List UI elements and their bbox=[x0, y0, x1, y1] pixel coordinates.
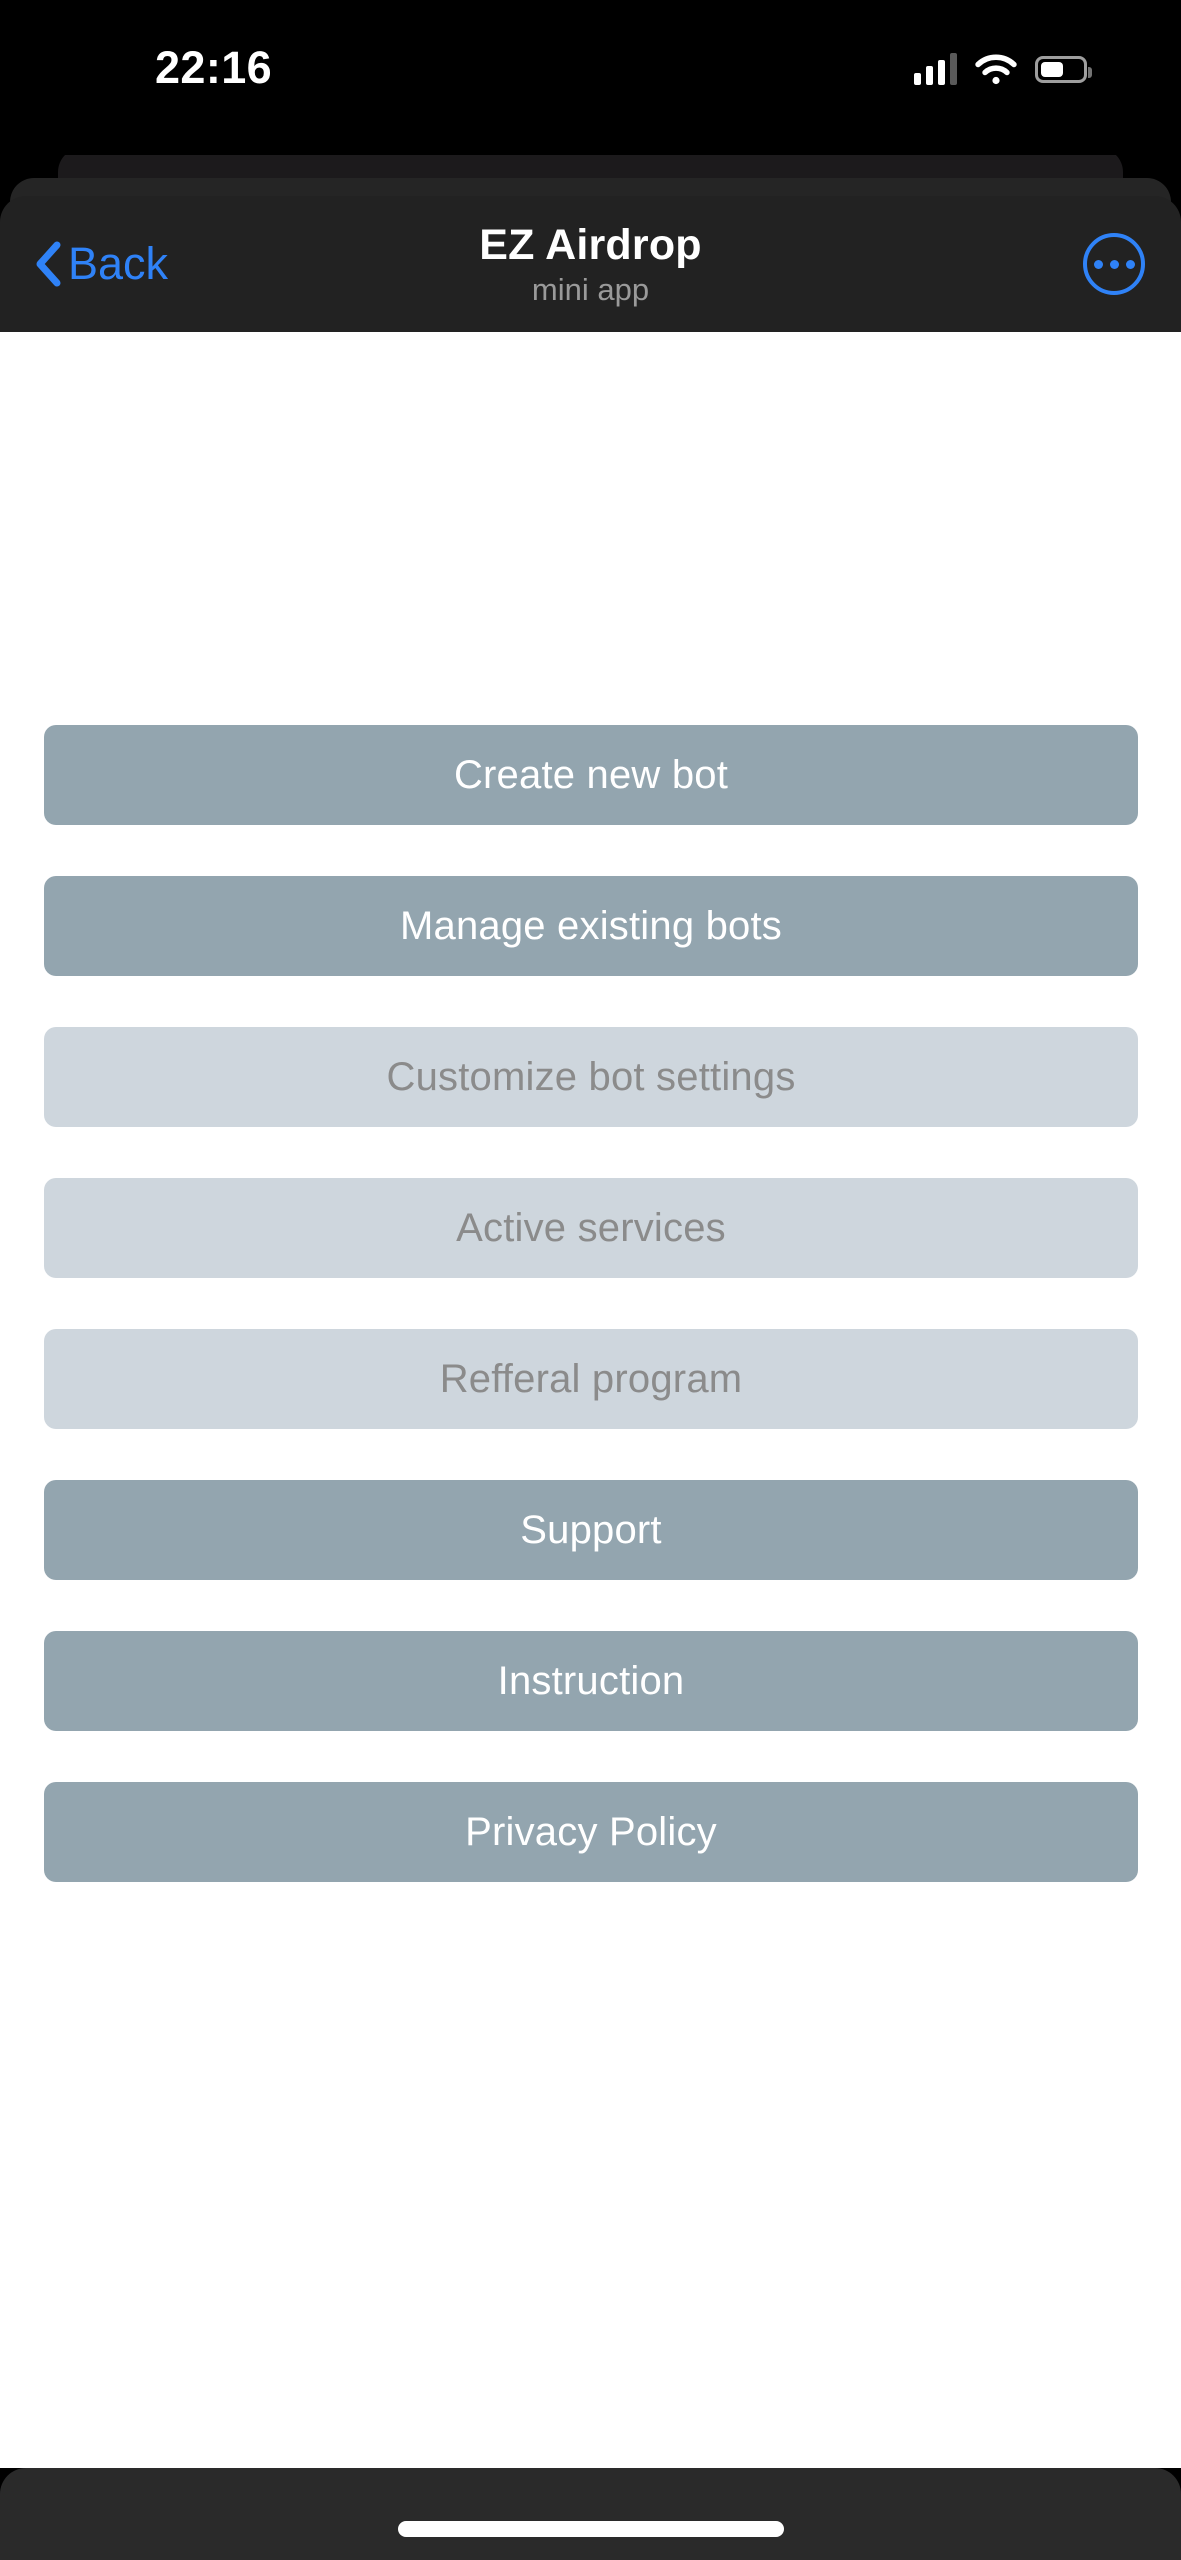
create-new-bot-button[interactable]: Create new bot bbox=[44, 725, 1138, 825]
nav-header: Back EZ Airdrop mini app bbox=[0, 196, 1181, 332]
status-indicators bbox=[914, 48, 1092, 90]
menu-item-label: Manage existing bots bbox=[399, 904, 782, 948]
chevron-left-icon bbox=[36, 241, 61, 287]
menu-item-label: Create new bot bbox=[453, 753, 729, 797]
menu-button-list: Create new bot Manage existing bots Cust… bbox=[44, 725, 1138, 1882]
bottom-bar bbox=[0, 2468, 1181, 2560]
battery-icon bbox=[1035, 55, 1092, 83]
back-button-label: Back bbox=[68, 238, 169, 289]
menu-item-label: Active services bbox=[456, 1206, 726, 1250]
support-button[interactable]: Support bbox=[44, 1480, 1138, 1580]
more-options-button[interactable] bbox=[1083, 233, 1145, 295]
more-dot bbox=[1093, 259, 1103, 269]
more-dot bbox=[1109, 259, 1119, 269]
manage-existing-bots-button[interactable]: Manage existing bots bbox=[44, 876, 1138, 976]
battery-fill bbox=[1041, 61, 1063, 77]
more-dot bbox=[1125, 259, 1135, 269]
status-bar: 22:16 bbox=[0, 0, 1181, 155]
page-subtitle: mini app bbox=[531, 272, 650, 307]
wifi-icon bbox=[975, 54, 1017, 85]
page-title: EZ Airdrop bbox=[479, 221, 702, 269]
menu-item-label: Customize bot settings bbox=[386, 1055, 796, 1099]
privacy-policy-button[interactable]: Privacy Policy bbox=[44, 1782, 1138, 1882]
active-services-button: Active services bbox=[44, 1178, 1138, 1278]
menu-item-label: Refferal program bbox=[439, 1357, 743, 1401]
menu-item-label: Support bbox=[520, 1508, 662, 1552]
webview-content: Create new bot Manage existing bots Cust… bbox=[0, 332, 1181, 2468]
instruction-button[interactable]: Instruction bbox=[44, 1631, 1138, 1731]
phone-screen: Create new bot Manage existing bots Cust… bbox=[0, 0, 1181, 2560]
battery-cap bbox=[1088, 66, 1092, 78]
menu-item-label: Instruction bbox=[497, 1659, 685, 1703]
menu-item-label: Privacy Policy bbox=[465, 1810, 717, 1854]
customize-bot-settings-button: Customize bot settings bbox=[44, 1027, 1138, 1127]
back-button[interactable]: Back bbox=[22, 196, 180, 332]
refferal-program-button: Refferal program bbox=[44, 1329, 1138, 1429]
status-time: 22:16 bbox=[155, 42, 273, 93]
home-indicator[interactable] bbox=[397, 2521, 784, 2537]
cellular-signal-icon bbox=[914, 53, 957, 85]
